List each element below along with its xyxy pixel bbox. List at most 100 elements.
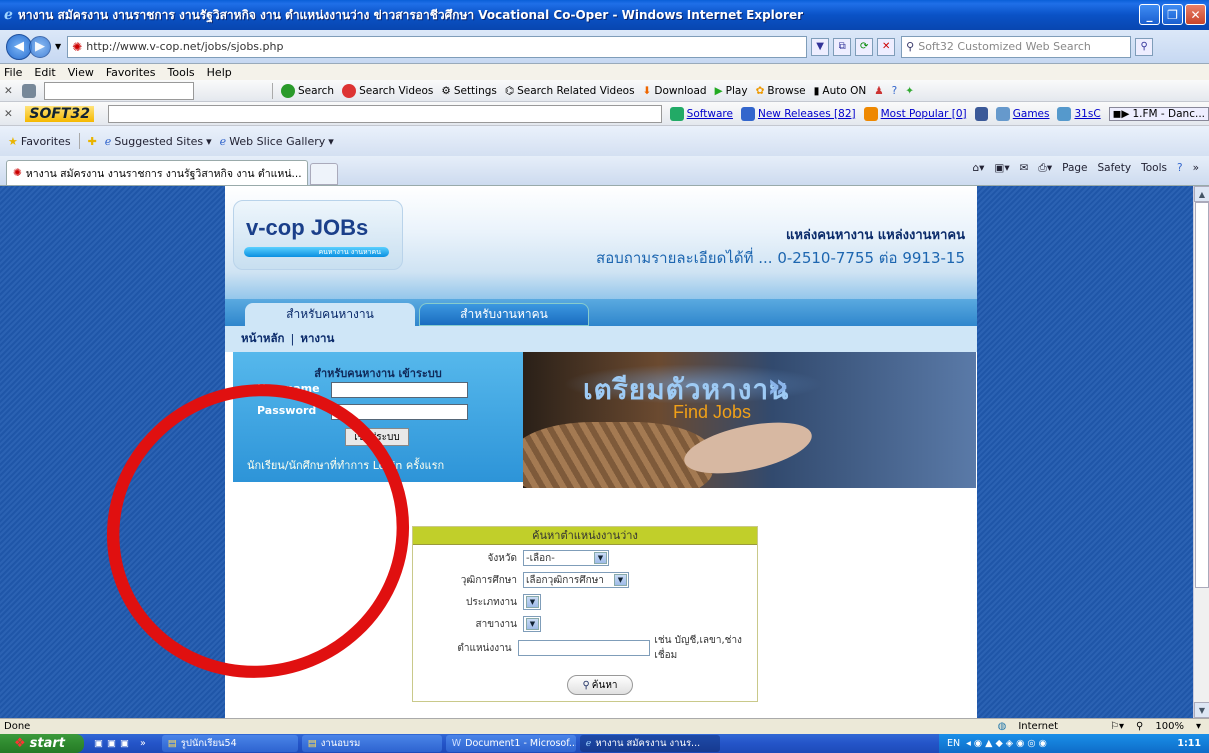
- menu-view[interactable]: View: [68, 66, 94, 79]
- add-favorite-icon[interactable]: ✚: [88, 135, 97, 148]
- dropdown-button[interactable]: ▼: [811, 37, 830, 56]
- scroll-thumb[interactable]: [1195, 202, 1209, 588]
- scroll-up-icon[interactable]: ▲: [1194, 186, 1209, 202]
- menu-favorites[interactable]: Favorites: [106, 66, 156, 79]
- soft32-search-input[interactable]: [107, 104, 662, 123]
- nav-find-jobs[interactable]: หางาน: [300, 330, 334, 348]
- home-icon[interactable]: ⌂▾: [972, 162, 984, 175]
- most-popular-button[interactable]: Most Popular [0]: [863, 106, 967, 121]
- task-item[interactable]: ▤ รูปนักเรียน54: [161, 735, 298, 752]
- start-button[interactable]: ❖ start: [0, 734, 84, 753]
- download-button[interactable]: ⬇ Download: [643, 85, 707, 97]
- new-releases-button[interactable]: New Releases [82]: [740, 106, 856, 121]
- task-item[interactable]: ▤ งานอบรม: [301, 735, 442, 752]
- chevron-right-icon: »: [767, 366, 789, 406]
- chevron-down-icon[interactable]: ▾: [1196, 721, 1201, 732]
- browse-button[interactable]: ✿ Browse: [756, 85, 806, 97]
- menu-tools[interactable]: Tools: [168, 66, 195, 79]
- clock[interactable]: 1:11: [1177, 738, 1201, 749]
- job-search-button[interactable]: ⚲ ค้นหา: [567, 675, 633, 695]
- close-toolbar-icon[interactable]: ✕: [4, 108, 13, 120]
- quicklaunch-icons[interactable]: ▣▣▣ »: [94, 738, 150, 749]
- related-videos-button[interactable]: ⌬ Search Related Videos: [505, 85, 635, 97]
- web-slice-button[interactable]: ℯ Web Slice Gallery ▾: [220, 135, 334, 148]
- site-logo[interactable]: v-cop JOBs คนหางาน งานหาคน: [233, 200, 403, 270]
- education-select[interactable]: เลือกวุฒิการศึกษา ▼: [523, 572, 629, 588]
- menu-edit[interactable]: Edit: [34, 66, 55, 79]
- logo-text: v-cop JOBs: [246, 215, 369, 240]
- radio-player[interactable]: ◼▶ 1.FM - Danc...: [1108, 106, 1209, 121]
- toolbar-search-input[interactable]: [44, 81, 194, 100]
- settings-button[interactable]: ⚙ Settings: [441, 85, 497, 97]
- banner-subtitle: Find Jobs: [673, 402, 752, 422]
- maximize-button[interactable]: ❐: [1162, 4, 1183, 25]
- command-bar: ⌂▾ ▣▾ ✉ ⎙▾ Page Safety Tools ? »: [972, 162, 1199, 175]
- security-icon[interactable]: ⚐▾: [1110, 721, 1124, 732]
- field-select[interactable]: ▼: [523, 616, 541, 632]
- weather-button[interactable]: 31sC: [1057, 106, 1101, 121]
- suggested-sites-button[interactable]: ℯ Suggested Sites ▾: [105, 135, 212, 148]
- province-row: จังหวัด -เลือก- ▼: [413, 549, 759, 567]
- browse-icon: ✿: [755, 84, 765, 97]
- position-input[interactable]: [517, 640, 651, 656]
- chevron-down-icon[interactable]: ▼: [55, 42, 61, 51]
- software-button[interactable]: Software: [669, 106, 733, 121]
- tools-menu[interactable]: Tools: [1141, 162, 1167, 175]
- task-item[interactable]: W Document1 - Microsof...: [445, 735, 576, 752]
- search-videos-button[interactable]: Search Videos: [342, 83, 434, 98]
- vertical-scrollbar[interactable]: ▲ ▼: [1193, 186, 1209, 718]
- auto-on-button[interactable]: ▮ Auto ON: [814, 85, 867, 97]
- print-icon[interactable]: ⎙▾: [1038, 162, 1052, 175]
- tab-job-seekers[interactable]: สำหรับคนหางาน: [245, 303, 415, 326]
- url-input[interactable]: ✺ http://www.v-cop.net/jobs/sjobs.php: [67, 35, 808, 58]
- logo-subtitle: คนหางาน งานหาคน: [244, 247, 389, 257]
- refresh-button[interactable]: ⟳: [855, 37, 874, 56]
- people-icon[interactable]: ♟: [874, 85, 883, 97]
- mail-icon[interactable]: ✉: [1020, 162, 1029, 175]
- search-go-button[interactable]: ⚲: [1135, 37, 1154, 56]
- tray-icons[interactable]: ◂◉▲◆◈◉◎◉: [966, 738, 1050, 749]
- tab-employers[interactable]: สำหรับงานหาคน: [419, 303, 589, 326]
- search-button[interactable]: Search: [281, 83, 334, 98]
- video-toolbar: ✕ Search Search Videos ⚙ Settings ⌬ Search…: [0, 80, 1209, 102]
- safety-menu[interactable]: Safety: [1098, 162, 1132, 175]
- nav-home[interactable]: หน้าหลัก: [241, 330, 285, 348]
- web-search-input[interactable]: ⚲ Soft32 Customized Web Search: [901, 35, 1132, 58]
- ie-icon: ℯ: [4, 7, 13, 23]
- new-tab-button[interactable]: [310, 162, 338, 185]
- ie-page-icon: ℯ: [104, 134, 112, 148]
- chevron-more-icon[interactable]: »: [1193, 162, 1199, 175]
- stop-button[interactable]: ✕: [877, 37, 896, 56]
- menu-file[interactable]: File: [4, 66, 22, 79]
- browser-tab[interactable]: ✺ หางาน สมัครงาน งานราชการ งานรัฐวิสาหกิ…: [6, 159, 308, 185]
- jobtype-select[interactable]: ▼: [523, 594, 541, 610]
- window-title: หางาน สมัครงาน งานราชการ งานรัฐวิสาหกิจ …: [17, 7, 804, 22]
- favorites-button[interactable]: ★ Favorites: [8, 135, 71, 148]
- site-header: v-cop JOBs คนหางาน งานหาคน แหล่งคนหางาน …: [225, 186, 977, 301]
- feeds-icon[interactable]: ▣▾: [994, 162, 1009, 175]
- task-item[interactable]: ℯ หางาน สมัครงาน งานร...: [579, 735, 720, 752]
- minimize-button[interactable]: _: [1139, 4, 1160, 25]
- language-indicator[interactable]: EN: [947, 738, 960, 749]
- username-input[interactable]: [331, 382, 468, 398]
- facebook-icon[interactable]: [974, 106, 988, 121]
- label: Settings: [453, 84, 497, 97]
- province-select[interactable]: -เลือก- ▼: [523, 550, 609, 566]
- page-menu[interactable]: Page: [1062, 162, 1087, 175]
- close-toolbar-icon[interactable]: ✕: [4, 85, 14, 97]
- help-icon[interactable]: ?: [892, 85, 898, 97]
- folder-icon: ▤: [167, 738, 177, 749]
- close-button[interactable]: ✕: [1185, 4, 1206, 25]
- help-icon[interactable]: ?: [1177, 162, 1183, 175]
- compat-button[interactable]: ⧉: [833, 37, 852, 56]
- play-button[interactable]: ▶ Play: [715, 85, 748, 97]
- user-tab-row: สำหรับคนหางาน สำหรับงานหาคน: [225, 299, 977, 326]
- zoom-level[interactable]: 100%: [1155, 721, 1184, 732]
- menu-help[interactable]: Help: [207, 66, 232, 79]
- plugin-icon[interactable]: ✦: [905, 85, 914, 97]
- education-label: วุฒิการศึกษา: [460, 574, 517, 586]
- forward-button[interactable]: ▶: [29, 35, 51, 58]
- scroll-down-icon[interactable]: ▼: [1194, 702, 1209, 718]
- label: Search Videos: [359, 84, 434, 97]
- games-button[interactable]: Games: [995, 106, 1049, 121]
